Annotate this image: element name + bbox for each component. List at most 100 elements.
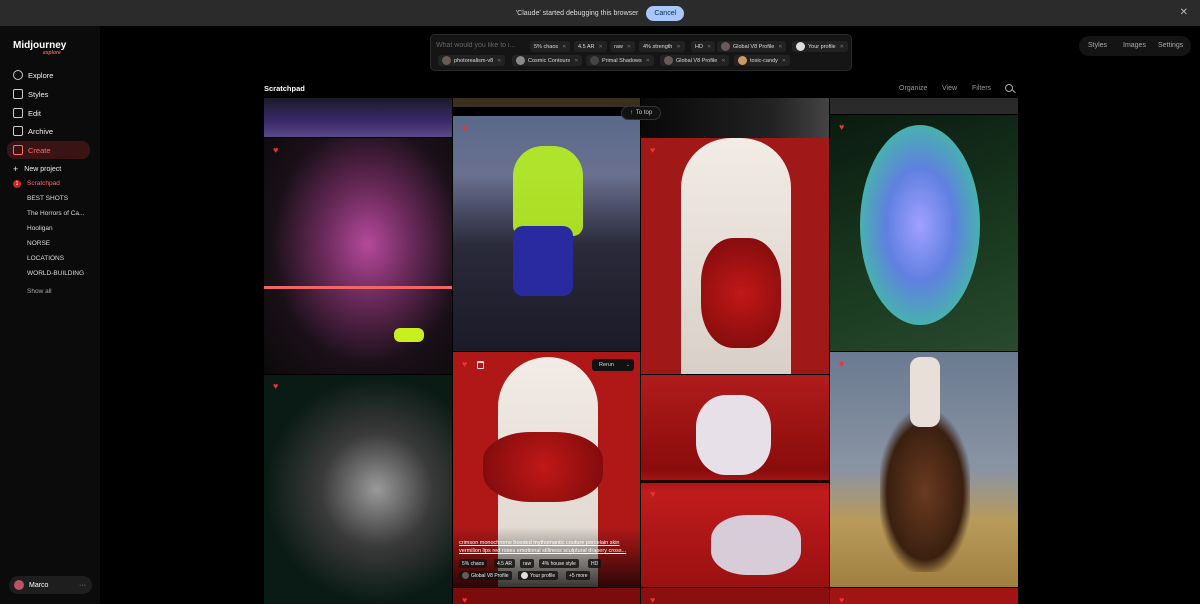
nav-settings[interactable]: Settings — [1158, 42, 1183, 49]
new-project-button[interactable]: + New project — [13, 161, 61, 177]
param-chip[interactable]: 5% chaos — [459, 559, 487, 568]
remove-icon[interactable]: ✕ — [676, 44, 680, 50]
project-item[interactable]: LOCATIONS — [27, 255, 89, 262]
image-tile[interactable]: ♥ — [264, 375, 452, 604]
heart-icon[interactable]: ♥ — [839, 596, 847, 604]
chip-label: Global V8 Profile — [733, 43, 775, 50]
image-tile[interactable]: ♥ — [641, 588, 829, 604]
to-top-button[interactable]: ↑ To top — [621, 106, 661, 120]
style-chip[interactable]: toxic-candy ✕ — [734, 55, 791, 66]
heart-icon[interactable]: ♥ — [650, 490, 658, 499]
image-tile[interactable]: ♥ — [453, 116, 640, 351]
image-tile[interactable]: ♥ — [641, 375, 829, 587]
profile-chip[interactable]: Global V8 Profile ✕ — [660, 55, 730, 66]
image-prompt-text[interactable]: crimson monochrome hooded mythomantic co… — [459, 539, 635, 555]
brand-tag: explore — [43, 50, 61, 56]
sidebar-item-create[interactable]: Create — [13, 142, 51, 158]
heart-icon[interactable]: ♥ — [839, 123, 847, 132]
sidebar-item-explore[interactable]: Explore — [13, 67, 53, 83]
organize-button[interactable]: Organize — [899, 85, 927, 92]
image-tile[interactable]: ♥ — [453, 588, 640, 604]
style-chip[interactable]: Primal Shadows ✕ — [586, 55, 654, 66]
image-tile[interactable] — [830, 98, 1018, 114]
trash-icon[interactable] — [477, 361, 484, 369]
view-button[interactable]: View — [942, 85, 957, 92]
heart-icon[interactable]: ♥ — [273, 382, 281, 391]
remove-icon[interactable]: ✕ — [574, 58, 578, 64]
param-chip[interactable]: 5% chaos ✕ — [530, 41, 571, 52]
heart-icon[interactable]: ♥ — [462, 596, 470, 604]
heart-icon[interactable]: ♥ — [650, 596, 658, 604]
project-item[interactable]: The Horrors of Ca... — [27, 210, 89, 217]
show-all-link[interactable]: Show all — [27, 288, 89, 295]
sidebar-item-label: Archive — [28, 126, 54, 136]
param-chip[interactable]: 4.5 AR ✕ — [574, 41, 607, 52]
chevron-down-icon[interactable]: ⌄ — [626, 362, 630, 368]
prompt-input[interactable]: What would you like to i... — [436, 42, 526, 49]
filters-button[interactable]: Filters — [972, 85, 991, 92]
heart-icon[interactable]: ♥ — [273, 146, 281, 155]
remove-icon[interactable]: ✕ — [778, 44, 782, 50]
user-menu[interactable]: Marco ··· — [9, 576, 92, 594]
heart-icon[interactable]: ♥ — [650, 146, 658, 155]
heart-icon[interactable]: ♥ — [839, 360, 847, 369]
remove-icon[interactable]: ✕ — [562, 44, 566, 50]
style-chip[interactable]: photorealism-v8 ✕ — [438, 55, 506, 66]
remove-icon[interactable]: ✕ — [721, 58, 725, 64]
param-chip[interactable]: 4% house style — [539, 559, 579, 568]
nav-styles[interactable]: Styles — [1088, 42, 1107, 49]
sidebar-item-styles[interactable]: Styles — [13, 86, 48, 102]
nav-images[interactable]: Images — [1123, 42, 1146, 49]
param-chip[interactable]: HD ✕ — [691, 41, 716, 52]
profile-chip[interactable]: Global V8 Profile — [459, 571, 512, 580]
profile-thumb — [721, 42, 730, 51]
chip-label: photorealism-v8 — [454, 57, 494, 64]
remove-icon[interactable]: ✕ — [782, 58, 786, 64]
remove-icon[interactable]: ✕ — [840, 44, 844, 50]
profile-chip[interactable]: Your profile ✕ — [792, 41, 848, 52]
cancel-debug-button[interactable]: Cancel — [646, 5, 685, 21]
image-tile[interactable]: ♥ — [641, 138, 829, 374]
sidebar-item-archive[interactable]: Archive — [13, 123, 53, 139]
image-tile[interactable] — [641, 98, 829, 138]
project-item[interactable]: NORSE — [27, 240, 89, 247]
image-tile[interactable]: ♥ — [264, 138, 452, 374]
heart-icon[interactable]: ♥ — [462, 360, 470, 369]
more-chip[interactable]: +5 more — [566, 571, 591, 580]
param-chip[interactable]: 4% strength ✕ — [639, 41, 685, 52]
to-top-label: To top — [635, 110, 653, 116]
image-tile[interactable] — [453, 98, 640, 107]
project-item[interactable]: BEST SHOTS — [27, 195, 89, 202]
param-chip[interactable]: HD — [588, 559, 602, 568]
remove-icon[interactable]: ✕ — [646, 58, 650, 64]
heart-icon[interactable]: ♥ — [462, 124, 470, 133]
compass-icon — [13, 70, 23, 80]
style-chip[interactable]: Cosmic Contours ✕ — [512, 55, 583, 66]
image-tile[interactable] — [264, 98, 452, 137]
logo[interactable]: Midjourney explore — [13, 40, 66, 56]
profile-chip[interactable]: Global V8 Profile ✕ — [717, 41, 787, 52]
sidebar-item-edit[interactable]: Edit — [13, 105, 41, 121]
search-icon[interactable] — [1005, 84, 1013, 92]
debug-message: 'Claude' started debugging this browser — [515, 9, 639, 17]
close-icon[interactable]: ✕ — [1180, 7, 1188, 18]
chip-label: 4.5 AR — [578, 43, 595, 50]
more-icon[interactable]: ··· — [79, 582, 86, 589]
param-chip[interactable]: 4.5 AR — [494, 559, 516, 568]
remove-icon[interactable]: ✕ — [599, 44, 603, 50]
chip-label: HD — [695, 43, 703, 50]
project-item[interactable]: WORLD-BUILDING — [27, 270, 89, 277]
project-item[interactable]: Scratchpad — [27, 180, 89, 187]
image-tile[interactable]: ♥ — [830, 352, 1018, 587]
remove-icon[interactable]: ✕ — [627, 44, 631, 50]
remove-icon[interactable]: ✕ — [707, 44, 711, 50]
prompt-bar[interactable]: What would you like to i... 5% chaos ✕ 4.… — [430, 34, 852, 71]
image-tile[interactable]: ♥ — [830, 588, 1018, 604]
rerun-button[interactable]: Rerun ⌄ — [592, 359, 634, 371]
image-tile[interactable]: ♥ — [830, 115, 1018, 351]
remove-icon[interactable]: ✕ — [497, 58, 501, 64]
param-chip[interactable]: raw ✕ — [610, 41, 636, 52]
profile-chip[interactable]: Your profile — [518, 571, 559, 580]
project-item[interactable]: Hooligan — [27, 225, 89, 232]
param-chip[interactable]: raw — [520, 559, 535, 568]
